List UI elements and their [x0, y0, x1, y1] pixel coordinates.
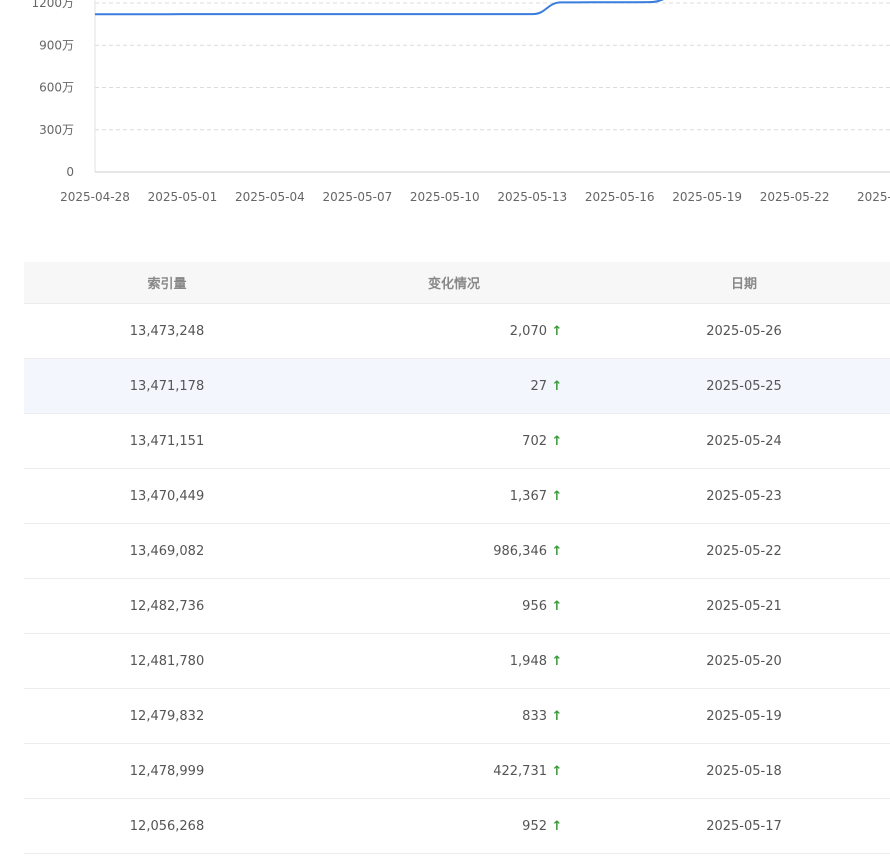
table-header: 索引量 变化情况 日期 [24, 262, 890, 304]
cell-change: 2,070 [509, 323, 547, 339]
arrow-up-icon: ↑ [551, 488, 563, 504]
cell-index: 13,471,178 [129, 378, 205, 394]
table-row[interactable]: 12,479,832 833 ↑ 2025-05-19 [24, 689, 890, 744]
cell-date: 2025-05-22 [706, 543, 782, 559]
cell-index: 13,470,449 [129, 488, 205, 504]
table-row[interactable]: 13,471,178 27 ↑ 2025-05-25 [24, 359, 890, 414]
cell-change: 702 [522, 433, 547, 449]
arrow-up-icon: ↑ [551, 653, 563, 669]
cell-index: 12,056,268 [129, 818, 205, 834]
arrow-up-icon: ↑ [551, 708, 563, 724]
arrow-up-icon: ↑ [551, 598, 563, 614]
cell-change: 1,948 [509, 653, 547, 669]
cell-date: 2025-05-20 [706, 653, 782, 669]
cell-index: 12,479,832 [129, 708, 205, 724]
y-tick-label: 600万 [39, 81, 74, 95]
cell-index: 12,482,736 [129, 598, 205, 614]
x-tick-label: 2025-05-22 [760, 190, 830, 204]
y-tick-label: 0 [66, 165, 74, 179]
series-line [95, 0, 665, 16]
x-tick-label: 2025-05-19 [672, 190, 742, 204]
cell-change: 833 [522, 708, 547, 724]
cell-change: 952 [522, 818, 547, 834]
index-chart: 0 300万 600万 900万 1200万 2025-04-28 2025-05-01 20… [31, 0, 890, 204]
table-row[interactable]: 12,056,268 952 ↑ 2025-05-17 [24, 799, 890, 854]
cell-date: 2025-05-23 [706, 488, 782, 504]
cell-index: 13,471,151 [129, 433, 205, 449]
arrow-up-icon: ↑ [551, 543, 563, 559]
cell-date: 2025-05-25 [706, 378, 782, 394]
cell-change: 986,346 [493, 543, 547, 559]
table-row[interactable]: 13,469,082 986,346 ↑ 2025-05-22 [24, 524, 890, 579]
y-tick-label: 300万 [39, 123, 74, 137]
cell-index: 12,478,999 [129, 763, 205, 779]
cell-change: 422,731 [493, 763, 547, 779]
arrow-up-icon: ↑ [551, 763, 563, 779]
cell-date: 2025-05-17 [706, 818, 782, 834]
header-index[interactable]: 索引量 [24, 273, 310, 292]
cell-change: 1,367 [509, 488, 547, 504]
cell-date: 2025-05-18 [706, 763, 782, 779]
x-tick-label: 2025-04-28 [60, 190, 130, 204]
cell-date: 2025-05-26 [706, 323, 782, 339]
x-tick-label: 2025-05-01 [148, 190, 218, 204]
y-tick-label: 900万 [39, 38, 74, 52]
x-tick-label: 2025-05-07 [322, 190, 392, 204]
cell-date: 2025-05-21 [706, 598, 782, 614]
y-tick-label: 1200万 [31, 0, 74, 10]
cell-change: 27 [530, 378, 547, 394]
cell-date: 2025-05-19 [706, 708, 782, 724]
cell-index: 13,469,082 [129, 543, 205, 559]
table-row[interactable]: 12,482,736 956 ↑ 2025-05-21 [24, 579, 890, 634]
header-change[interactable]: 变化情况 [310, 273, 598, 292]
cell-change: 956 [522, 598, 547, 614]
table-row[interactable]: 12,478,999 422,731 ↑ 2025-05-18 [24, 744, 890, 799]
x-tick-label: 2025-05-16 [585, 190, 655, 204]
x-tick-label: 2025-05-04 [235, 190, 305, 204]
table-row[interactable]: 13,471,151 702 ↑ 2025-05-24 [24, 414, 890, 469]
x-tick-label: 2025-05-10 [410, 190, 480, 204]
arrow-up-icon: ↑ [551, 433, 563, 449]
table-row[interactable]: 13,473,248 2,070 ↑ 2025-05-26 [24, 304, 890, 359]
cell-index: 13,473,248 [129, 323, 205, 339]
arrow-up-icon: ↑ [551, 378, 563, 394]
cell-date: 2025-05-24 [706, 433, 782, 449]
x-tick-label: 2025-05 [857, 190, 890, 204]
index-table: 索引量 变化情况 日期 13,473,248 2,070 ↑ 2025-05-26… [24, 262, 890, 854]
arrow-up-icon: ↑ [551, 818, 563, 834]
cell-index: 12,481,780 [129, 653, 205, 669]
table-row[interactable]: 13,470,449 1,367 ↑ 2025-05-23 [24, 469, 890, 524]
header-date[interactable]: 日期 [598, 273, 890, 292]
table-row[interactable]: 12,481,780 1,948 ↑ 2025-05-20 [24, 634, 890, 689]
x-tick-label: 2025-05-13 [497, 190, 567, 204]
arrow-up-icon: ↑ [551, 323, 563, 339]
